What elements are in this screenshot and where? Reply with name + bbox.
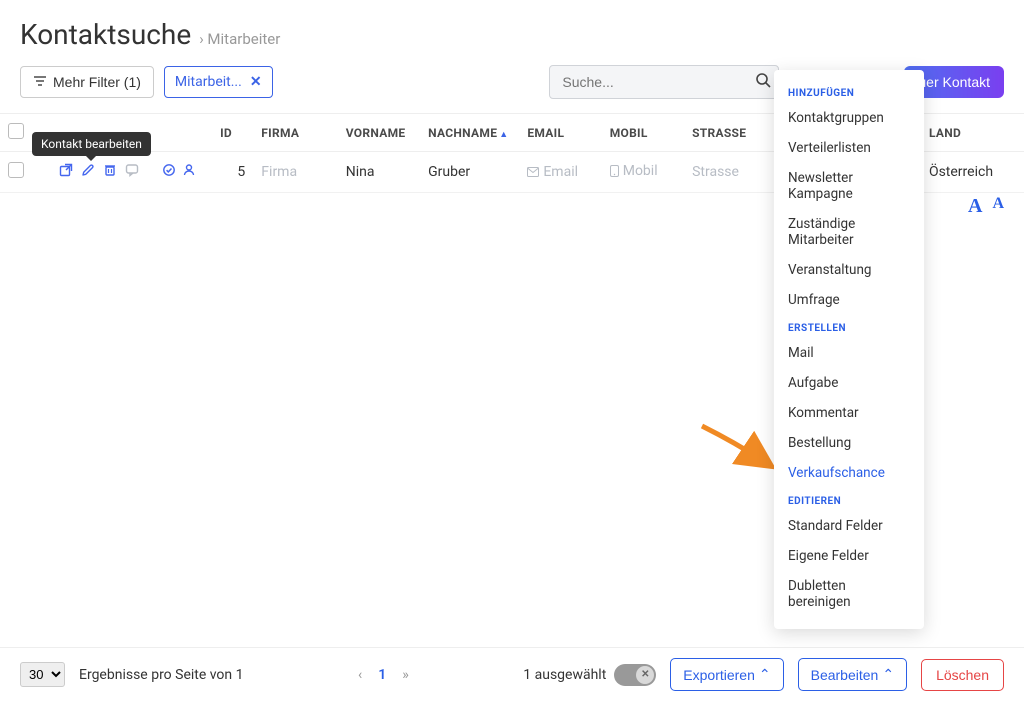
cell-mobil[interactable]: Mobil <box>610 163 658 179</box>
annotation-arrow <box>698 422 778 477</box>
font-small-button[interactable]: A <box>992 195 1004 218</box>
pager-next[interactable]: » <box>402 667 409 683</box>
menu-newsletter[interactable]: Newsletter Kampagne <box>774 163 924 209</box>
col-land[interactable]: LAND <box>921 114 1024 152</box>
menu-kontaktgruppen[interactable]: Kontaktgruppen <box>774 103 924 133</box>
menu-verteilerlisten[interactable]: Verteilerlisten <box>774 133 924 163</box>
col-nachname[interactable]: NACHNAME▲ <box>420 114 519 152</box>
font-large-button[interactable]: A <box>968 195 982 218</box>
page-title: Kontaktsuche <box>20 18 191 51</box>
menu-veranstaltung[interactable]: Veranstaltung <box>774 255 924 285</box>
filter-icon <box>33 74 47 90</box>
sort-indicator-icon: ▲ <box>499 130 508 140</box>
dropdown-section-edit: EDITIEREN <box>774 488 924 511</box>
edit-label: Bearbeiten <box>811 667 879 683</box>
menu-aufgabe[interactable]: Aufgabe <box>774 368 924 398</box>
cell-id: 5 <box>212 152 253 193</box>
filter-chip[interactable]: Mitarbeit... ✕ <box>164 66 273 98</box>
person-icon[interactable] <box>182 163 196 181</box>
menu-eigene-felder[interactable]: Eigene Felder <box>774 541 924 571</box>
search-icon[interactable] <box>755 72 771 92</box>
col-id[interactable]: ID <box>212 114 253 152</box>
menu-umfrage[interactable]: Umfrage <box>774 285 924 315</box>
cell-nachname: Gruber <box>420 152 519 193</box>
menu-standard-felder[interactable]: Standard Felder <box>774 511 924 541</box>
row-checkbox[interactable] <box>8 162 24 178</box>
dropdown-section-add: HINZUFÜGEN <box>774 80 924 103</box>
cell-land: Österreich <box>921 152 1024 193</box>
edit-icon[interactable] <box>81 163 95 177</box>
menu-dubletten[interactable]: Dubletten bereinigen <box>774 571 924 617</box>
menu-bestellung[interactable]: Bestellung <box>774 428 924 458</box>
export-label: Exportieren <box>683 667 755 683</box>
per-page-label: Ergebnisse pro Seite von 1 <box>79 667 243 683</box>
menu-kommentar[interactable]: Kommentar <box>774 398 924 428</box>
delete-icon[interactable] <box>103 163 117 177</box>
select-all-checkbox[interactable] <box>8 123 24 139</box>
pager-prev[interactable]: ‹ <box>358 667 362 683</box>
menu-verkaufschance[interactable]: Verkaufschance <box>774 458 924 488</box>
dropdown-section-create: ERSTELLEN <box>774 315 924 338</box>
more-filter-label: Mehr Filter (1) <box>53 74 141 90</box>
chevron-up-icon: ⌃ <box>759 666 771 683</box>
page-size-select[interactable]: 30 <box>20 662 65 687</box>
more-filter-button[interactable]: Mehr Filter (1) <box>20 66 154 98</box>
selection-toggle[interactable]: ✕ <box>614 664 656 686</box>
breadcrumb[interactable]: Mitarbeiter <box>199 30 280 48</box>
menu-mitarbeiter[interactable]: Zuständige Mitarbeiter <box>774 209 924 255</box>
selected-count: 1 ausgewählt <box>523 667 606 683</box>
export-button[interactable]: Exportieren ⌃ <box>670 658 783 691</box>
close-icon[interactable]: ✕ <box>250 74 262 90</box>
menu-mail[interactable]: Mail <box>774 338 924 368</box>
task-icon[interactable] <box>162 163 176 181</box>
cell-firma[interactable]: Firma <box>261 164 297 180</box>
cell-vorname: Nina <box>338 152 420 193</box>
delete-button[interactable]: Löschen <box>921 659 1004 691</box>
search-input[interactable] <box>549 65 779 99</box>
col-firma[interactable]: FIRMA <box>253 114 337 152</box>
comment-icon[interactable] <box>125 163 139 177</box>
pager-page[interactable]: 1 <box>378 667 386 683</box>
col-vorname[interactable]: VORNAME <box>338 114 420 152</box>
new-contact-label: uer Kontakt <box>918 74 990 90</box>
col-email[interactable]: EMAIL <box>519 114 601 152</box>
bearbeiten-dropdown: HINZUFÜGEN Kontaktgruppen Verteilerliste… <box>774 70 924 629</box>
col-strasse[interactable]: STRASSE <box>684 114 766 152</box>
edit-button[interactable]: Bearbeiten ⌃ <box>798 658 907 691</box>
tooltip: Kontakt bearbeiten <box>32 132 151 156</box>
cell-strasse[interactable]: Strasse <box>692 164 739 180</box>
open-icon[interactable] <box>59 163 73 177</box>
chevron-up-icon: ⌃ <box>882 666 894 683</box>
cell-email[interactable]: Email <box>527 164 578 180</box>
col-mobil[interactable]: MOBIL <box>602 114 684 152</box>
filter-chip-label: Mitarbeit... <box>175 74 242 90</box>
